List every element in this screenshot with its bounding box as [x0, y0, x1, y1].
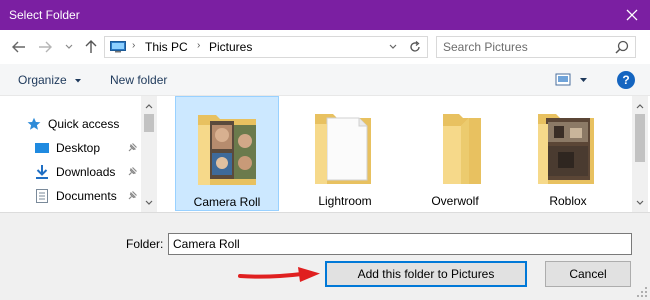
nav-item-label: Downloads	[56, 165, 116, 179]
folder-icon	[538, 114, 594, 184]
command-bar: Organize New folder ?	[0, 64, 650, 96]
chevron-down-icon	[65, 44, 73, 49]
scroll-thumb[interactable]	[635, 114, 645, 162]
dialog-footer: Folder: Add this folder to Pictures Canc…	[0, 212, 650, 300]
chevron-down-icon	[389, 44, 397, 49]
scroll-down-button[interactable]	[632, 194, 648, 210]
folder-name: Roblox	[549, 194, 587, 208]
scroll-up-button[interactable]	[141, 98, 157, 114]
back-arrow-icon	[12, 41, 25, 53]
chevron-down-icon	[75, 79, 82, 83]
chevron-up-icon	[145, 103, 153, 108]
navigation-pane: Quick access Desktop Downloads Documents	[0, 96, 158, 212]
breadcrumb-separator: ›	[197, 40, 201, 51]
nav-item-quick-access[interactable]: Quick access	[26, 115, 119, 133]
chevron-down-icon	[636, 200, 644, 205]
nav-item-documents[interactable]: Documents	[34, 187, 117, 205]
folder-icon	[443, 114, 481, 184]
download-icon	[34, 165, 50, 179]
help-button[interactable]: ?	[617, 71, 635, 89]
address-row: › This PC › Pictures	[0, 30, 650, 64]
folder-tile-lightroom[interactable]: Lightroom	[293, 96, 397, 211]
forward-button[interactable]	[36, 38, 54, 56]
address-bar[interactable]: › This PC › Pictures	[104, 36, 428, 58]
folder-view: Camera Roll Lightroom Overwolf Roblox	[158, 96, 648, 212]
up-button[interactable]	[82, 38, 100, 56]
folder-name-field[interactable]	[168, 233, 632, 255]
nav-item-desktop[interactable]: Desktop	[34, 139, 100, 157]
breadcrumb-pictures[interactable]: Pictures	[209, 40, 252, 54]
nav-item-label: Quick access	[48, 117, 120, 131]
folder-tile-camera-roll[interactable]: Camera Roll	[175, 96, 279, 211]
forward-arrow-icon	[39, 41, 52, 53]
folder-name: Overwolf	[431, 194, 479, 208]
nav-item-downloads[interactable]: Downloads	[34, 163, 115, 181]
chevron-up-icon	[636, 103, 644, 108]
folder-tile-overwolf[interactable]: Overwolf	[403, 96, 507, 211]
change-view-button[interactable]	[554, 72, 590, 88]
add-folder-button[interactable]: Add this folder to Pictures	[325, 261, 527, 287]
breadcrumb-separator: ›	[132, 40, 136, 51]
scroll-up-button[interactable]	[632, 98, 648, 114]
organize-menu[interactable]: Organize	[18, 73, 82, 87]
recent-locations-button[interactable]	[60, 38, 78, 56]
pin-icon	[128, 143, 137, 152]
document-icon	[34, 189, 50, 203]
view-options-icon	[555, 73, 587, 86]
back-button[interactable]	[10, 38, 28, 56]
folder-icon	[315, 114, 371, 184]
content-scrollbar[interactable]	[632, 96, 648, 212]
resize-grip-icon[interactable]	[636, 286, 648, 298]
breadcrumb-this-pc[interactable]: This PC	[145, 40, 188, 54]
search-box[interactable]	[436, 36, 636, 58]
nav-item-label: Documents	[56, 189, 117, 203]
cancel-button[interactable]: Cancel	[545, 261, 631, 287]
address-history-button[interactable]	[385, 39, 401, 55]
desktop-icon	[34, 141, 50, 155]
organize-label: Organize	[18, 73, 67, 87]
refresh-button[interactable]	[407, 39, 423, 55]
scroll-down-button[interactable]	[141, 194, 157, 210]
pin-icon	[128, 191, 137, 200]
this-pc-icon	[110, 41, 126, 53]
scroll-thumb[interactable]	[144, 114, 154, 132]
nav-scrollbar[interactable]	[141, 96, 157, 212]
up-arrow-icon	[85, 40, 97, 53]
window-title: Select Folder	[9, 8, 80, 22]
folder-field-label: Folder:	[126, 237, 164, 251]
star-icon	[26, 117, 42, 131]
red-arrow-icon	[238, 267, 320, 282]
refresh-icon	[410, 41, 420, 52]
chevron-down-icon	[145, 200, 153, 205]
folder-name: Camera Roll	[193, 195, 261, 209]
search-input[interactable]	[443, 39, 603, 55]
new-folder-button[interactable]: New folder	[110, 73, 167, 87]
close-icon	[626, 9, 638, 21]
pin-icon	[128, 167, 137, 176]
folder-tile-roblox[interactable]: Roblox	[516, 96, 620, 211]
folder-icon	[198, 115, 256, 185]
title-bar: Select Folder	[0, 0, 650, 30]
folder-name: Lightroom	[318, 194, 372, 208]
search-icon	[615, 40, 629, 54]
nav-item-label: Desktop	[56, 141, 101, 155]
close-button[interactable]	[614, 0, 650, 30]
